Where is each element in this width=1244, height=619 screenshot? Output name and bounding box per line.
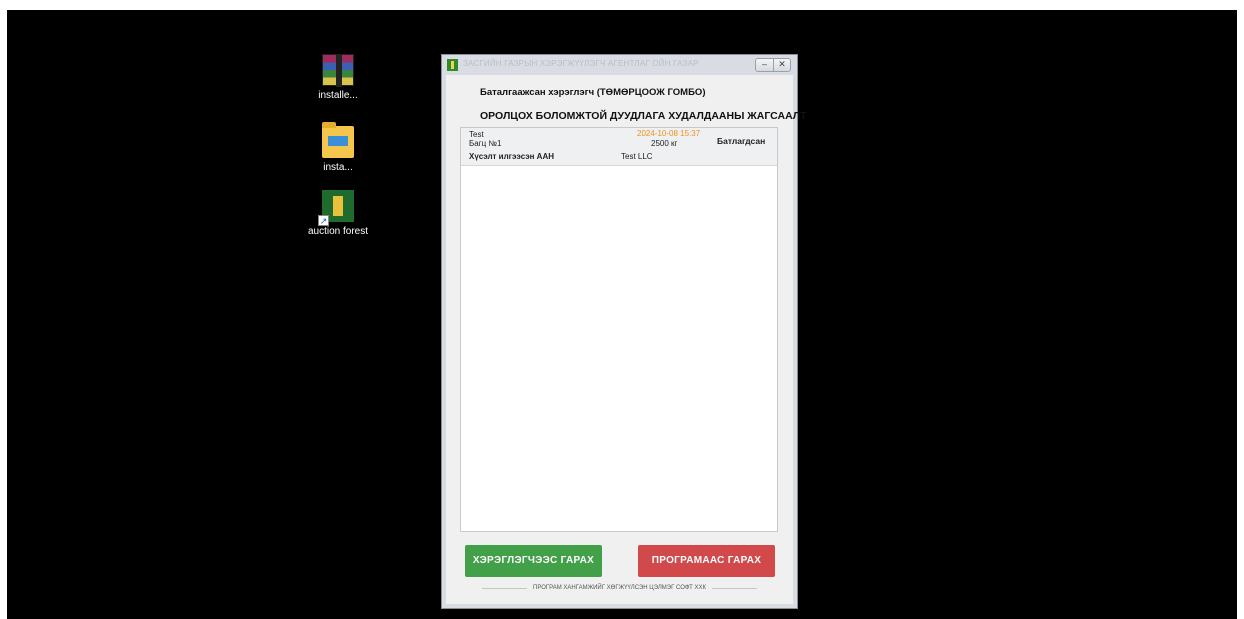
window-controls: – ✕ [755,58,791,72]
exit-program-button[interactable]: ПРОГРАМААС ГАРАХ [638,545,775,577]
close-button[interactable]: ✕ [773,59,790,71]
window-title: ЗАСГИЙН ГАЗРЫН ХЭРЭГЖҮҮЛЭГЧ АГЕНТЛАГ ОЙН… [463,59,699,68]
footer-credit-text: ПРОГРАМ ХАНГАМЖИЙГ ХӨГЖҮҮЛСЭН ЦЭЛМЭГ СОФ… [527,585,712,591]
winrar-archive-icon [322,54,354,87]
app-window: ЗАСГИЙН ГАЗРЫН ХЭРЭГЖҮҮЛЭГЧ АГЕНТЛАГ ОЙН… [441,54,807,609]
auction-quantity: 2500 кг [651,139,678,148]
shortcut-arrow-icon: ↗ [318,215,329,226]
auction-list-item[interactable]: Test Багц №1 Хүсэлт илгээсэн ААН 2024-10… [461,128,777,166]
desktop-icon-installer-archive[interactable]: installe... [303,54,373,101]
desktop-icon-auction-forest[interactable]: ↗ auction forest [303,190,373,237]
auction-datetime: 2024-10-08 15:37 [637,129,701,138]
minimize-button[interactable]: – [756,59,773,71]
window-client: Баталгаажсан хэрэглэгч (ТӨМӨРЦООЖ ГОМБО)… [446,75,807,604]
auction-list-title: ОРОЛЦОХ БОЛОМЖТОЙ ДУУДЛАГА ХУДАЛДААНЫ ЖА… [480,110,807,122]
desktop-icon-label: insta... [323,162,353,173]
app-shortcut-icon: ↗ [318,190,354,226]
footer-credit: ПРОГРАМ ХАНГАМЖИЙГ ХӨГЖҮҮЛСЭН ЦЭЛМЭГ СОФ… [446,585,793,591]
lot-number: Багц №1 [469,139,502,148]
logout-button[interactable]: ХЭРЭГЛЭГЧЭЭС ГАРАХ [465,545,602,577]
desktop-icon-install-folder[interactable]: insta... [303,122,373,173]
desktop-icon-label: auction forest [307,226,369,237]
window-titlebar[interactable]: ЗАСГИЙН ГАЗРЫН ХЭРЭГЖҮҮЛЭГЧ АГЕНТЛАГ ОЙН… [442,55,797,75]
auction-name: Test [469,130,484,139]
app-emblem-icon [447,59,458,71]
requester-label: Хүсэлт илгээсэн ААН [469,152,554,161]
organization-name: Test LLC [621,152,653,161]
folder-icon [322,122,354,158]
status-badge: Батлагдсан [717,136,766,146]
verified-user-label: Баталгаажсан хэрэглэгч (ТӨМӨРЦООЖ ГОМБО) [480,87,706,98]
desktop-icon-label: installe... [318,90,358,101]
auction-list[interactable]: Test Багц №1 Хүсэлт илгээсэн ААН 2024-10… [460,127,778,532]
